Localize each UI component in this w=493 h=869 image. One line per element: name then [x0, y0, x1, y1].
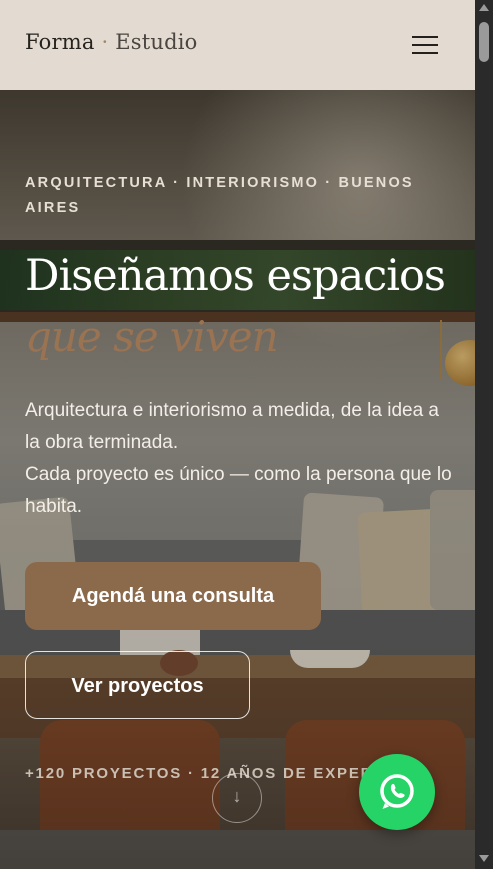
- hero-title: Diseñamos espacios: [25, 251, 446, 301]
- hamburger-menu-icon[interactable]: [406, 30, 440, 58]
- site-header: Forma · Estudio: [0, 0, 475, 90]
- brand-logo[interactable]: Forma · Estudio: [25, 30, 198, 54]
- hero-lead-line: Cada proyecto es único — como la persona…: [25, 464, 452, 517]
- scroll-down-button[interactable]: ↓: [212, 773, 262, 823]
- scrollbar-thumb[interactable]: [479, 22, 489, 62]
- arrow-down-icon: ↓: [232, 786, 242, 806]
- brand-separator: ·: [101, 30, 109, 54]
- menu-line: [412, 36, 438, 38]
- scroll-down-arrow-icon[interactable]: [479, 855, 489, 862]
- hero-title-accent: que se viven: [25, 312, 279, 361]
- brand-primary: Forma: [25, 30, 95, 54]
- book-consultation-button[interactable]: Agendá una consulta: [25, 562, 321, 630]
- hero-eyebrow: ARQUITECTURA · INTERIORISMO · BUENOS AIR…: [25, 175, 414, 216]
- hero-lead-line: Arquitectura e interiorismo a medida, de…: [25, 400, 440, 453]
- page: Forma · Estudio ARQUITECTURA · INTERIORI…: [0, 0, 475, 869]
- whatsapp-button[interactable]: [359, 754, 435, 830]
- whatsapp-icon: [380, 774, 414, 809]
- menu-line: [412, 52, 438, 54]
- hero-lead: Arquitectura e interiorismo a medida, de…: [25, 395, 455, 523]
- brand-secondary: Estudio: [115, 30, 198, 54]
- view-projects-button[interactable]: Ver proyectos: [25, 651, 250, 719]
- scrollbar[interactable]: [475, 0, 493, 869]
- scroll-up-arrow-icon[interactable]: [479, 4, 489, 11]
- menu-line: [412, 44, 438, 46]
